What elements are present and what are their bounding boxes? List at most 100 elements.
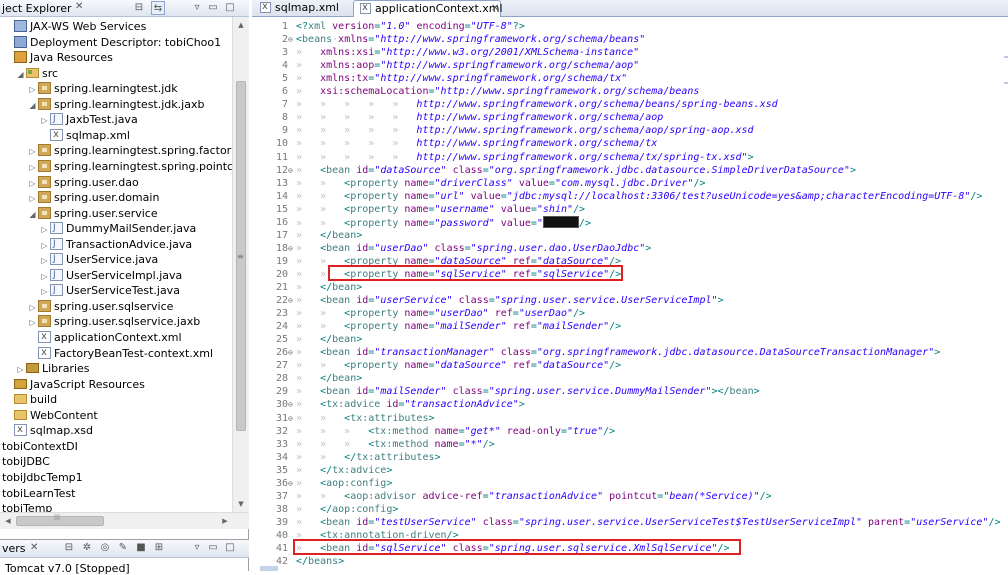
code-line[interactable]: 20 » » <property name="sqlService" ref="s… <box>260 268 621 281</box>
collapsed-icon[interactable]: ▷ <box>40 269 49 284</box>
code-line[interactable]: 14 » » <property name="url" value="jdbc:m… <box>260 190 982 203</box>
code-line[interactable]: 8 » » » » » http://www.springframework.or… <box>260 111 663 124</box>
code-line[interactable]: 34 » » </tx:attributes> <box>260 451 441 464</box>
code-line[interactable]: 16 » » <property name="password" value=" /… <box>260 215 591 229</box>
fold-toggle-icon[interactable]: ⊖ <box>288 346 296 359</box>
code-line[interactable]: 4 » xmlns:aop="http://www.springframework… <box>260 59 639 72</box>
tab-application-context-xml[interactable]: applicationContext.xml ✕ <box>353 0 503 17</box>
tree-item[interactable]: ▷ spring.user.domain <box>28 190 159 206</box>
tree-item[interactable]: sqlmap.xml <box>40 127 130 144</box>
code-line[interactable]: 7 » » » » » http://www.springframework.or… <box>260 98 778 111</box>
tree-item[interactable]: FactoryBeanTest-context.xml <box>28 345 213 362</box>
scroll-up-icon[interactable]: ▲ <box>233 17 249 33</box>
start-icon[interactable]: ◎ <box>98 541 112 555</box>
code-line[interactable]: 3 » xmlns:xsi="http://www.w3.org/2001/XML… <box>260 46 639 59</box>
tree-item[interactable]: ▷ TransactionAdvice.java <box>40 237 192 253</box>
code-line[interactable]: 21 » </bean> <box>260 281 362 294</box>
code-line[interactable]: 35 » </tx:advice> <box>260 464 392 477</box>
tree-item[interactable]: JavaScript Resources <box>4 377 145 393</box>
tab-sqlmap-xml[interactable]: sqlmap.xml <box>254 0 352 17</box>
collapsed-icon[interactable]: ▷ <box>28 191 37 206</box>
fold-toggle-icon[interactable]: ⊖ <box>288 294 296 307</box>
code-line[interactable]: 26⊖» <bean id="transactionManager" class… <box>260 346 940 359</box>
tree-item[interactable]: Deployment Descriptor: tobiChoo1 <box>4 35 221 51</box>
tree-item[interactable]: ▷ spring.user.dao <box>28 175 139 191</box>
tree-item[interactable]: tobiJdbcTemp1 <box>2 470 83 486</box>
debug-icon[interactable]: ✲ <box>80 541 94 555</box>
tree-item[interactable]: ▷ DummyMailSender.java <box>40 221 196 237</box>
code-area[interactable]: 1 <?xml version="1.0" encoding="UTF-8"?> 2… <box>260 18 1008 571</box>
fold-toggle-icon[interactable]: ⊖ <box>288 477 296 490</box>
code-line[interactable]: 29 » <bean id="mailSender" class="spring.… <box>260 385 760 398</box>
collapsed-icon[interactable]: ▷ <box>28 82 37 97</box>
tree-item[interactable]: tobiContextDI <box>2 439 78 455</box>
view-menu-icon[interactable]: ▿ <box>190 541 204 555</box>
view-menu-icon[interactable]: ▿ <box>190 1 204 15</box>
code-line[interactable]: 33 » » » <tx:method name="*"/> <box>260 438 495 451</box>
tree-item[interactable]: ▷ spring.user.sqlservice <box>28 299 173 315</box>
fold-toggle-icon[interactable]: ⊖ <box>288 242 296 255</box>
expanded-icon[interactable]: ◢ <box>16 67 25 82</box>
collapsed-icon[interactable]: ▷ <box>28 144 37 159</box>
tree-item[interactable]: tobiJDBC <box>2 454 50 470</box>
profile-icon[interactable]: ✎ <box>116 541 130 555</box>
code-line[interactable]: 2⊖ <beans·xmlns="http://www.springframewo… <box>260 33 645 46</box>
code-line[interactable]: 40 » <tx:annotation-driven/> <box>260 529 459 542</box>
code-line[interactable]: 36⊖» <aop:config> <box>260 477 392 490</box>
collapse-icon[interactable]: ⊟ <box>62 541 76 555</box>
code-line[interactable]: 37 » » <aop:advisor advice-ref="transacti… <box>260 490 772 503</box>
code-line[interactable]: 38 » </aop:config> <box>260 503 398 516</box>
publish-icon[interactable]: ⊞ <box>152 541 166 555</box>
tree-item[interactable]: ◢ spring.user.service <box>28 206 158 222</box>
tree-item[interactable]: WebContent <box>4 408 98 424</box>
fold-toggle-icon[interactable]: ⊖ <box>288 33 296 46</box>
tree-item[interactable]: ◢ spring.learningtest.jdk.jaxb <box>28 97 204 113</box>
tree-item[interactable]: ▷ UserService.java <box>40 252 158 268</box>
code-line[interactable]: 11 » » » » » http://www.springframework.o… <box>260 151 754 164</box>
code-line[interactable]: 22⊖» <bean id="userService" class="sprin… <box>260 294 724 307</box>
collapsed-icon[interactable]: ▷ <box>40 284 49 299</box>
collapsed-icon[interactable]: ▷ <box>40 113 49 128</box>
close-icon[interactable]: ✕ <box>75 1 83 12</box>
expanded-icon[interactable]: ◢ <box>28 98 37 113</box>
code-line[interactable]: 31⊖» » <tx:attributes> <box>260 412 435 425</box>
close-tab-icon[interactable]: ✕ <box>491 1 499 17</box>
server-row[interactable]: Tomcat v7.0 [Stopped] <box>5 562 130 575</box>
code-line[interactable]: 17 » </bean> <box>260 229 362 242</box>
tree-item[interactable]: ▷ UserServiceTest.java <box>40 283 180 299</box>
tree-item[interactable]: ▷ Libraries <box>16 361 89 377</box>
stop-icon[interactable]: ■ <box>134 541 148 555</box>
minimize-icon[interactable]: ▭ <box>206 1 220 15</box>
code-line[interactable]: 24 » » <property name="mailSender" ref="m… <box>260 320 621 333</box>
code-line[interactable]: 39 » <bean id="testUserService" class="sp… <box>260 516 1001 529</box>
tree-item[interactable]: tobiLearnTest <box>2 486 76 502</box>
close-icon[interactable]: ✕ <box>30 542 38 553</box>
tree-item[interactable]: ▷ spring.learningtest.spring.pointcut <box>28 159 232 175</box>
code-line[interactable]: 18⊖» <bean id="userDao" class="spring.us… <box>260 242 651 255</box>
code-line[interactable]: 5 » xmlns:tx="http://www.springframework.… <box>260 72 627 85</box>
tree-item[interactable]: applicationContext.xml <box>28 329 182 346</box>
tree-item[interactable]: tobiTemp <box>2 501 52 512</box>
tree-item[interactable]: JAX-WS Web Services <box>4 19 146 35</box>
code-line[interactable]: 6 » xsi:schemaLocation="http://www.spring… <box>260 85 699 98</box>
code-line[interactable]: 32 » » » <tx:method name="get*" read-only… <box>260 425 615 438</box>
tree-item[interactable]: Java Resources <box>4 50 113 66</box>
tree-item[interactable]: sqlmap.xsd <box>4 422 93 439</box>
code-line[interactable]: 19 » » <property name="dataSource" ref="d… <box>260 255 621 268</box>
collapsed-icon[interactable]: ▷ <box>16 362 25 377</box>
link-with-editor-icon[interactable]: ⇆ <box>151 1 165 15</box>
fold-toggle-icon[interactable]: ⊖ <box>288 412 296 425</box>
code-line[interactable]: 30⊖» <tx:advice id="transactionAdvice"> <box>260 398 525 411</box>
tree-item[interactable]: ▷ spring.learningtest.spring.factorybean <box>28 143 232 159</box>
collapse-all-icon[interactable]: ⊟ <box>132 1 146 15</box>
tree-item[interactable]: ◢ src <box>16 66 58 82</box>
collapsed-icon[interactable]: ▷ <box>40 222 49 237</box>
editor-scroll-indicator[interactable] <box>260 566 278 571</box>
tree-item[interactable]: ▷ spring.learningtest.jdk <box>28 81 178 97</box>
code-line[interactable]: 13 » » <property name="driverClass" value… <box>260 177 706 190</box>
horizontal-scrollbar[interactable]: ◀ ||| ▶ <box>0 512 249 529</box>
scroll-right-icon[interactable]: ▶ <box>217 513 233 529</box>
minimize-icon[interactable]: ▭ <box>206 541 220 555</box>
fold-toggle-icon[interactable]: ⊖ <box>288 164 296 177</box>
tree-item[interactable]: ▷ UserServiceImpl.java <box>40 268 182 284</box>
